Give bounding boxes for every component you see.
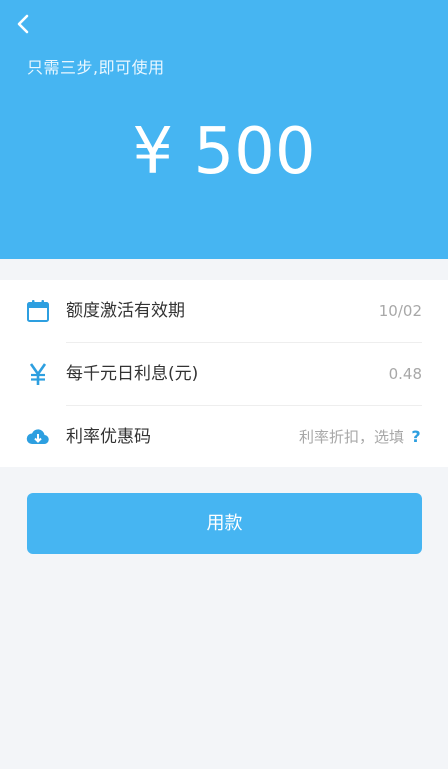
chevron-left-icon [17, 14, 29, 34]
header-subtitle: 只需三步,即可使用 [27, 58, 165, 77]
row-activation-validity: 额度激活有效期 10/02 [0, 280, 448, 342]
credit-amount: ¥ 500 [132, 115, 316, 189]
back-button[interactable] [12, 12, 34, 36]
row-rate-discount-code[interactable]: 利率优惠码 利率折扣，选填 ? [0, 406, 448, 468]
calendar-icon [26, 299, 50, 323]
cloud-download-icon [26, 425, 50, 449]
yen-icon [26, 362, 50, 386]
details-card: 额度激活有效期 10/02 每千元日利息(元) 0.48 利率优惠码 利率折扣，… [0, 280, 448, 467]
row-value: 0.48 [388, 365, 422, 383]
withdraw-button[interactable]: 用款 [27, 493, 422, 554]
row-value: 10/02 [378, 302, 422, 320]
discount-code-input[interactable]: 利率折扣，选填 [299, 406, 404, 468]
row-daily-interest: 每千元日利息(元) 0.48 [0, 343, 448, 405]
row-label: 每千元日利息(元) [66, 364, 199, 384]
help-icon[interactable]: ? [409, 427, 423, 447]
row-label: 利率优惠码 [66, 427, 151, 447]
row-label: 额度激活有效期 [66, 301, 185, 321]
header-banner: 只需三步,即可使用 ¥ 500 [0, 0, 448, 259]
